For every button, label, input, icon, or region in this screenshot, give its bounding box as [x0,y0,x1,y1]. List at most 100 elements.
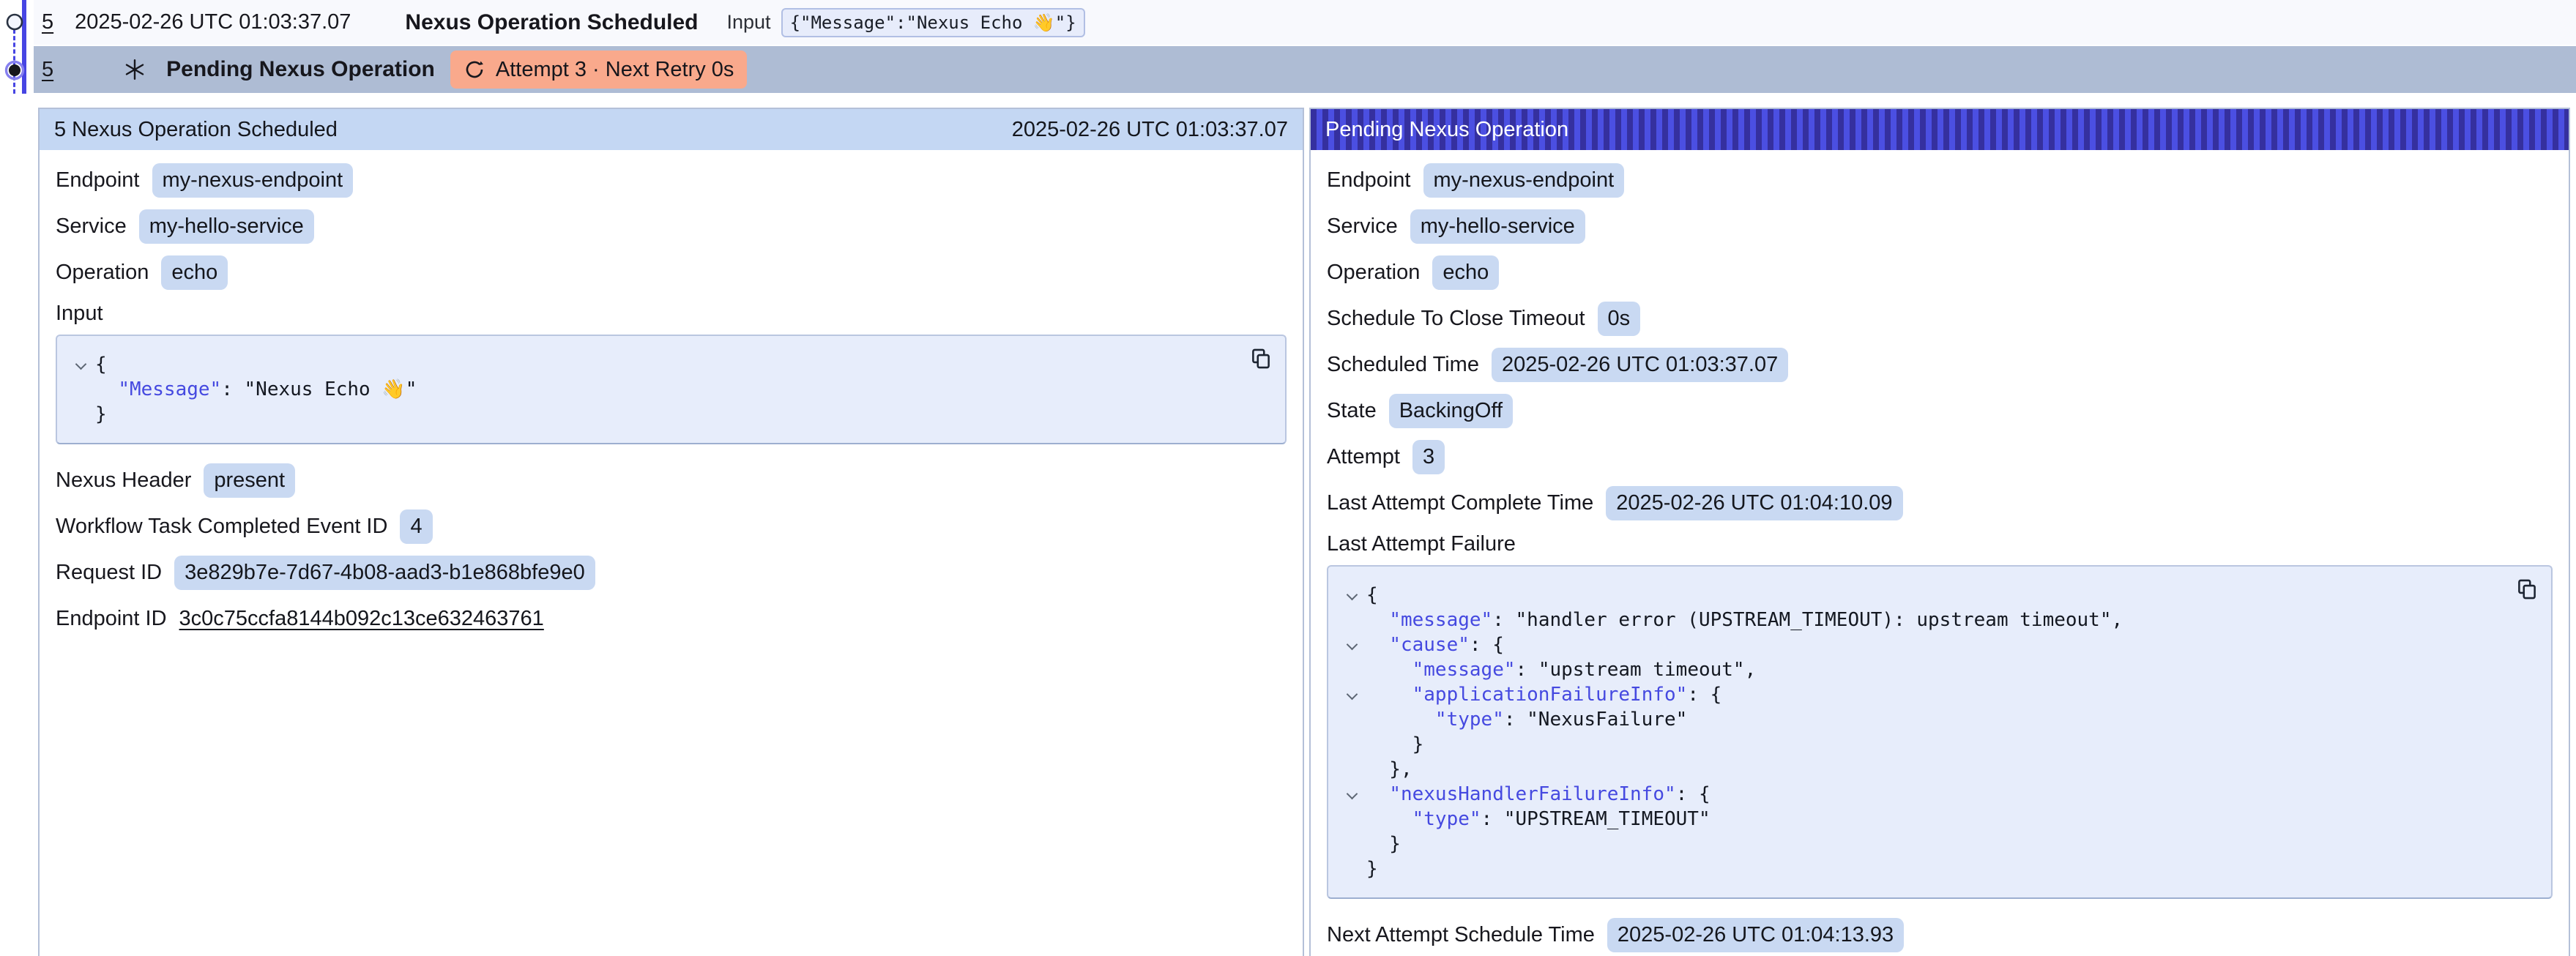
attempt-retry-text: Attempt 3 · Next Retry 0s [496,58,734,82]
timeline-filled-dot-icon [4,60,25,84]
code-line: { [1337,583,2500,608]
field-row: Request ID3e829b7e-7d67-4b08-aad3-b1e868… [56,556,1287,590]
field-label: Schedule To Close Timeout [1327,307,1585,331]
event-timestamp: 2025-02-26 UTC 01:03:37.07 [75,10,351,34]
attempt-retry-badge: Attempt 3 · Next Retry 0s [450,51,748,89]
code-line: } [1337,832,2500,856]
field-label: Endpoint ID [56,607,167,631]
code-text: "applicationFailureInfo": { [1366,682,1721,707]
right-panel-title: Pending Nexus Operation [1325,118,1568,142]
code-text: "nexusHandlerFailureInfo": { [1366,782,1710,807]
collapse-chevron-icon[interactable] [1346,689,1358,701]
collapse-chevron-icon[interactable] [1346,788,1358,800]
code-gutter [1337,782,1366,807]
field-label: Operation [56,261,149,285]
collapse-chevron-icon[interactable] [75,359,86,370]
field-value-badge: 2025-02-26 UTC 01:03:37.07 [1492,348,1788,382]
field-label: Service [56,214,127,239]
code-line: } [66,402,1234,427]
field-row: Next Attempt Schedule Time2025-02-26 UTC… [1327,918,2553,952]
left-panel-header: 5 Nexus Operation Scheduled 2025-02-26 U… [40,109,1303,150]
right-fields-after: Next Attempt Schedule Time2025-02-26 UTC… [1327,918,2553,952]
retry-icon [464,59,485,81]
code-text: } [1366,856,1378,881]
copy-button[interactable] [2514,577,2539,602]
field-value-badge: present [204,463,295,498]
code-text: { [1366,583,1378,608]
code-gutter [1337,732,1366,757]
collapse-chevron-icon[interactable] [1346,639,1358,651]
event-row-pending[interactable]: 5 Pending Nexus Operation Attempt 3 · Ne… [34,46,2576,93]
field-row: Nexus Headerpresent [56,463,1287,498]
code-gutter [66,352,95,377]
field-label: Request ID [56,561,162,585]
field-value-badge: my-hello-service [1410,209,1585,244]
event-title: Nexus Operation Scheduled [405,10,698,35]
field-value-badge: 0s [1598,302,1641,336]
field-row: Endpoint ID 3c0c75ccfa8144b092c13ce632463… [56,602,1287,636]
code-text: } [95,402,107,427]
field-value-badge: 4 [400,509,432,544]
field-label: Workflow Task Completed Event ID [56,515,387,539]
right-panel-body: Endpointmy-nexus-endpointServicemy-hello… [1311,150,2569,956]
field-row: Operationecho [1327,255,2553,290]
code-line: } [1337,732,2500,757]
left-panel-body: Endpointmy-nexus-endpoint Service my-hello… [40,150,1303,661]
field-value-badge: my-hello-service [139,209,314,244]
code-gutter [1337,583,1366,608]
input-json-lines: { "Message": "Nexus Echo 👋"} [66,352,1234,427]
field-label: Service [1327,214,1398,239]
code-gutter [66,377,95,402]
field-row: Endpointmy-nexus-endpoint [56,163,1287,198]
input-section-label: Input [56,302,1287,326]
code-text: } [1366,832,1401,856]
field-label: Last Attempt Complete Time [1327,491,1593,515]
code-text: "type": "NexusFailure" [1366,707,1687,732]
code-text: "type": "UPSTREAM_TIMEOUT" [1366,807,1710,832]
code-text: { [95,352,107,377]
code-line: "type": "NexusFailure" [1337,707,2500,732]
field-row: Operationecho [56,255,1287,290]
panel-pending-nexus-operation: Pending Nexus Operation Endpointmy-nexus… [1309,108,2570,956]
field-value-badge: echo [1432,255,1499,290]
field-row: Attempt3 [1327,440,2553,474]
failure-json-lines: { "message": "handler error (UPSTREAM_TI… [1337,583,2500,881]
code-gutter [1337,608,1366,632]
right-fields: Endpointmy-nexus-endpointServicemy-hello… [1327,163,2553,520]
code-gutter [1337,632,1366,657]
field-label: Endpoint [1327,168,1411,193]
code-gutter [1337,757,1366,782]
left-panel-title: 5 Nexus Operation Scheduled [54,118,338,142]
field-label: Scheduled Time [1327,353,1479,377]
code-gutter [1337,856,1366,881]
asterisk-icon [122,57,147,82]
copy-button[interactable] [1248,346,1273,371]
code-gutter [1337,807,1366,832]
collapse-chevron-icon[interactable] [1346,589,1358,601]
field-value-badge: my-nexus-endpoint [152,163,354,198]
event-input-chip[interactable]: {"Message":"Nexus Echo 👋"} [781,8,1085,37]
field-value-link[interactable]: 3c0c75ccfa8144b092c13ce632463761 [179,607,544,631]
field-value-badge: BackingOff [1389,394,1513,428]
field-row: Schedule To Close Timeout 0s [1327,302,2553,336]
code-line: "applicationFailureInfo": { [1337,682,2500,707]
field-row: Workflow Task Completed Event ID 4 [56,509,1287,544]
left-fields-bottom: Nexus Headerpresent Workflow Task Complet… [56,463,1287,636]
event-row-scheduled[interactable]: 5 2025-02-26 UTC 01:03:37.07 Nexus Opera… [34,0,2576,45]
field-value-badge: 2025-02-26 UTC 01:04:13.93 [1607,918,1904,952]
pending-id-link[interactable]: 5 [42,58,53,82]
pending-title: Pending Nexus Operation [166,57,435,82]
code-line: "Message": "Nexus Echo 👋" [66,377,1234,402]
field-row: Scheduled Time 2025-02-26 UTC 01:03:37.07 [1327,348,2553,382]
code-line: }, [1337,757,2500,782]
left-panel-timestamp: 2025-02-26 UTC 01:03:37.07 [1012,118,1288,142]
code-text: "cause": { [1366,632,1504,657]
field-row: StateBackingOff [1327,394,2553,428]
code-gutter [1337,832,1366,856]
event-input-label: Input [727,11,771,34]
code-line: "message": "handler error (UPSTREAM_TIME… [1337,608,2500,632]
right-panel-header: Pending Nexus Operation [1311,109,2569,150]
event-id-link[interactable]: 5 [42,10,53,34]
failure-json-viewer: { "message": "handler error (UPSTREAM_TI… [1327,565,2553,899]
failure-section-label: Last Attempt Failure [1327,532,2553,556]
